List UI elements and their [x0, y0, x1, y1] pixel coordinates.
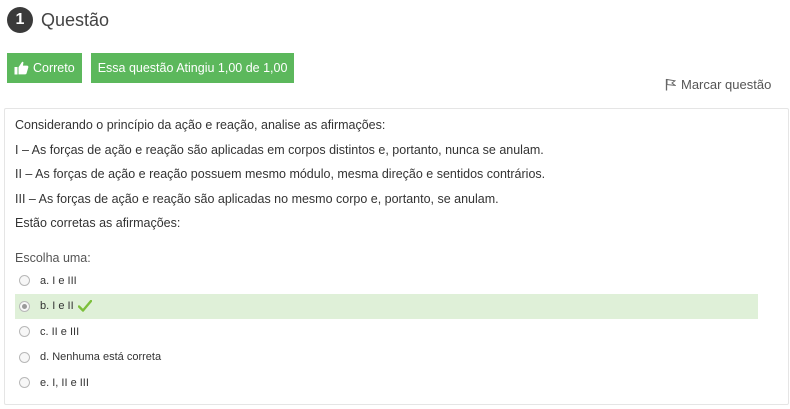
question-title: Questão [41, 9, 110, 30]
result-badge: Correto [7, 53, 82, 83]
answer-option-e[interactable]: e. I, II e III [15, 370, 758, 396]
radio-button[interactable] [19, 351, 30, 363]
flag-question-link[interactable]: Marcar questão [665, 77, 771, 92]
answer-label: b. I e II [40, 300, 74, 313]
checkmark-icon [77, 300, 92, 312]
question-ask: Estão corretas as afirmações: [15, 216, 181, 230]
grade-label: Essa questão Atingiu 1,00 de 1,00 [97, 61, 288, 75]
result-label: Correto [33, 61, 75, 75]
answer-option-a[interactable]: a. I e III [15, 268, 758, 294]
answer-label: c. II e III [40, 325, 80, 338]
radio-button[interactable] [19, 275, 30, 287]
answer-option-c[interactable]: c. II e III [15, 319, 758, 345]
answer-label: e. I, II e III [40, 376, 89, 389]
answer-prompt: Escolha uma: [15, 251, 91, 265]
answer-option-b[interactable]: b. I e II [15, 293, 758, 319]
question-intro: Considerando o princípio da ação e reaçã… [15, 118, 386, 132]
statement-ii: II – As forças de ação e reação possuem … [15, 167, 546, 181]
answer-list: a. I e III b. I e II c. II e III d. Nenh… [15, 268, 758, 396]
answer-label: a. I e III [40, 274, 77, 287]
answer-option-d[interactable]: d. Nenhuma está correta [15, 345, 758, 371]
statement-iii: III – As forças de ação e reação são apl… [15, 191, 499, 206]
answer-label: d. Nenhuma está correta [40, 351, 162, 364]
radio-button[interactable] [19, 326, 30, 338]
radio-button-selected[interactable] [19, 300, 30, 312]
flag-question-label: Marcar questão [681, 77, 772, 92]
status-badges: Correto Essa questão Atingiu 1,00 de 1,0… [7, 53, 295, 83]
grade-badge: Essa questão Atingiu 1,00 de 1,00 [90, 53, 295, 83]
thumbs-up-icon [14, 61, 29, 75]
flag-icon [665, 78, 676, 91]
question-header: 1 Questão [7, 7, 109, 33]
radio-button[interactable] [19, 377, 30, 389]
statement-i: I – As forças de ação e reação são aplic… [15, 142, 544, 157]
question-text: Considerando o princípio da ação e reaçã… [15, 116, 545, 239]
question-number-badge: 1 [7, 7, 33, 33]
